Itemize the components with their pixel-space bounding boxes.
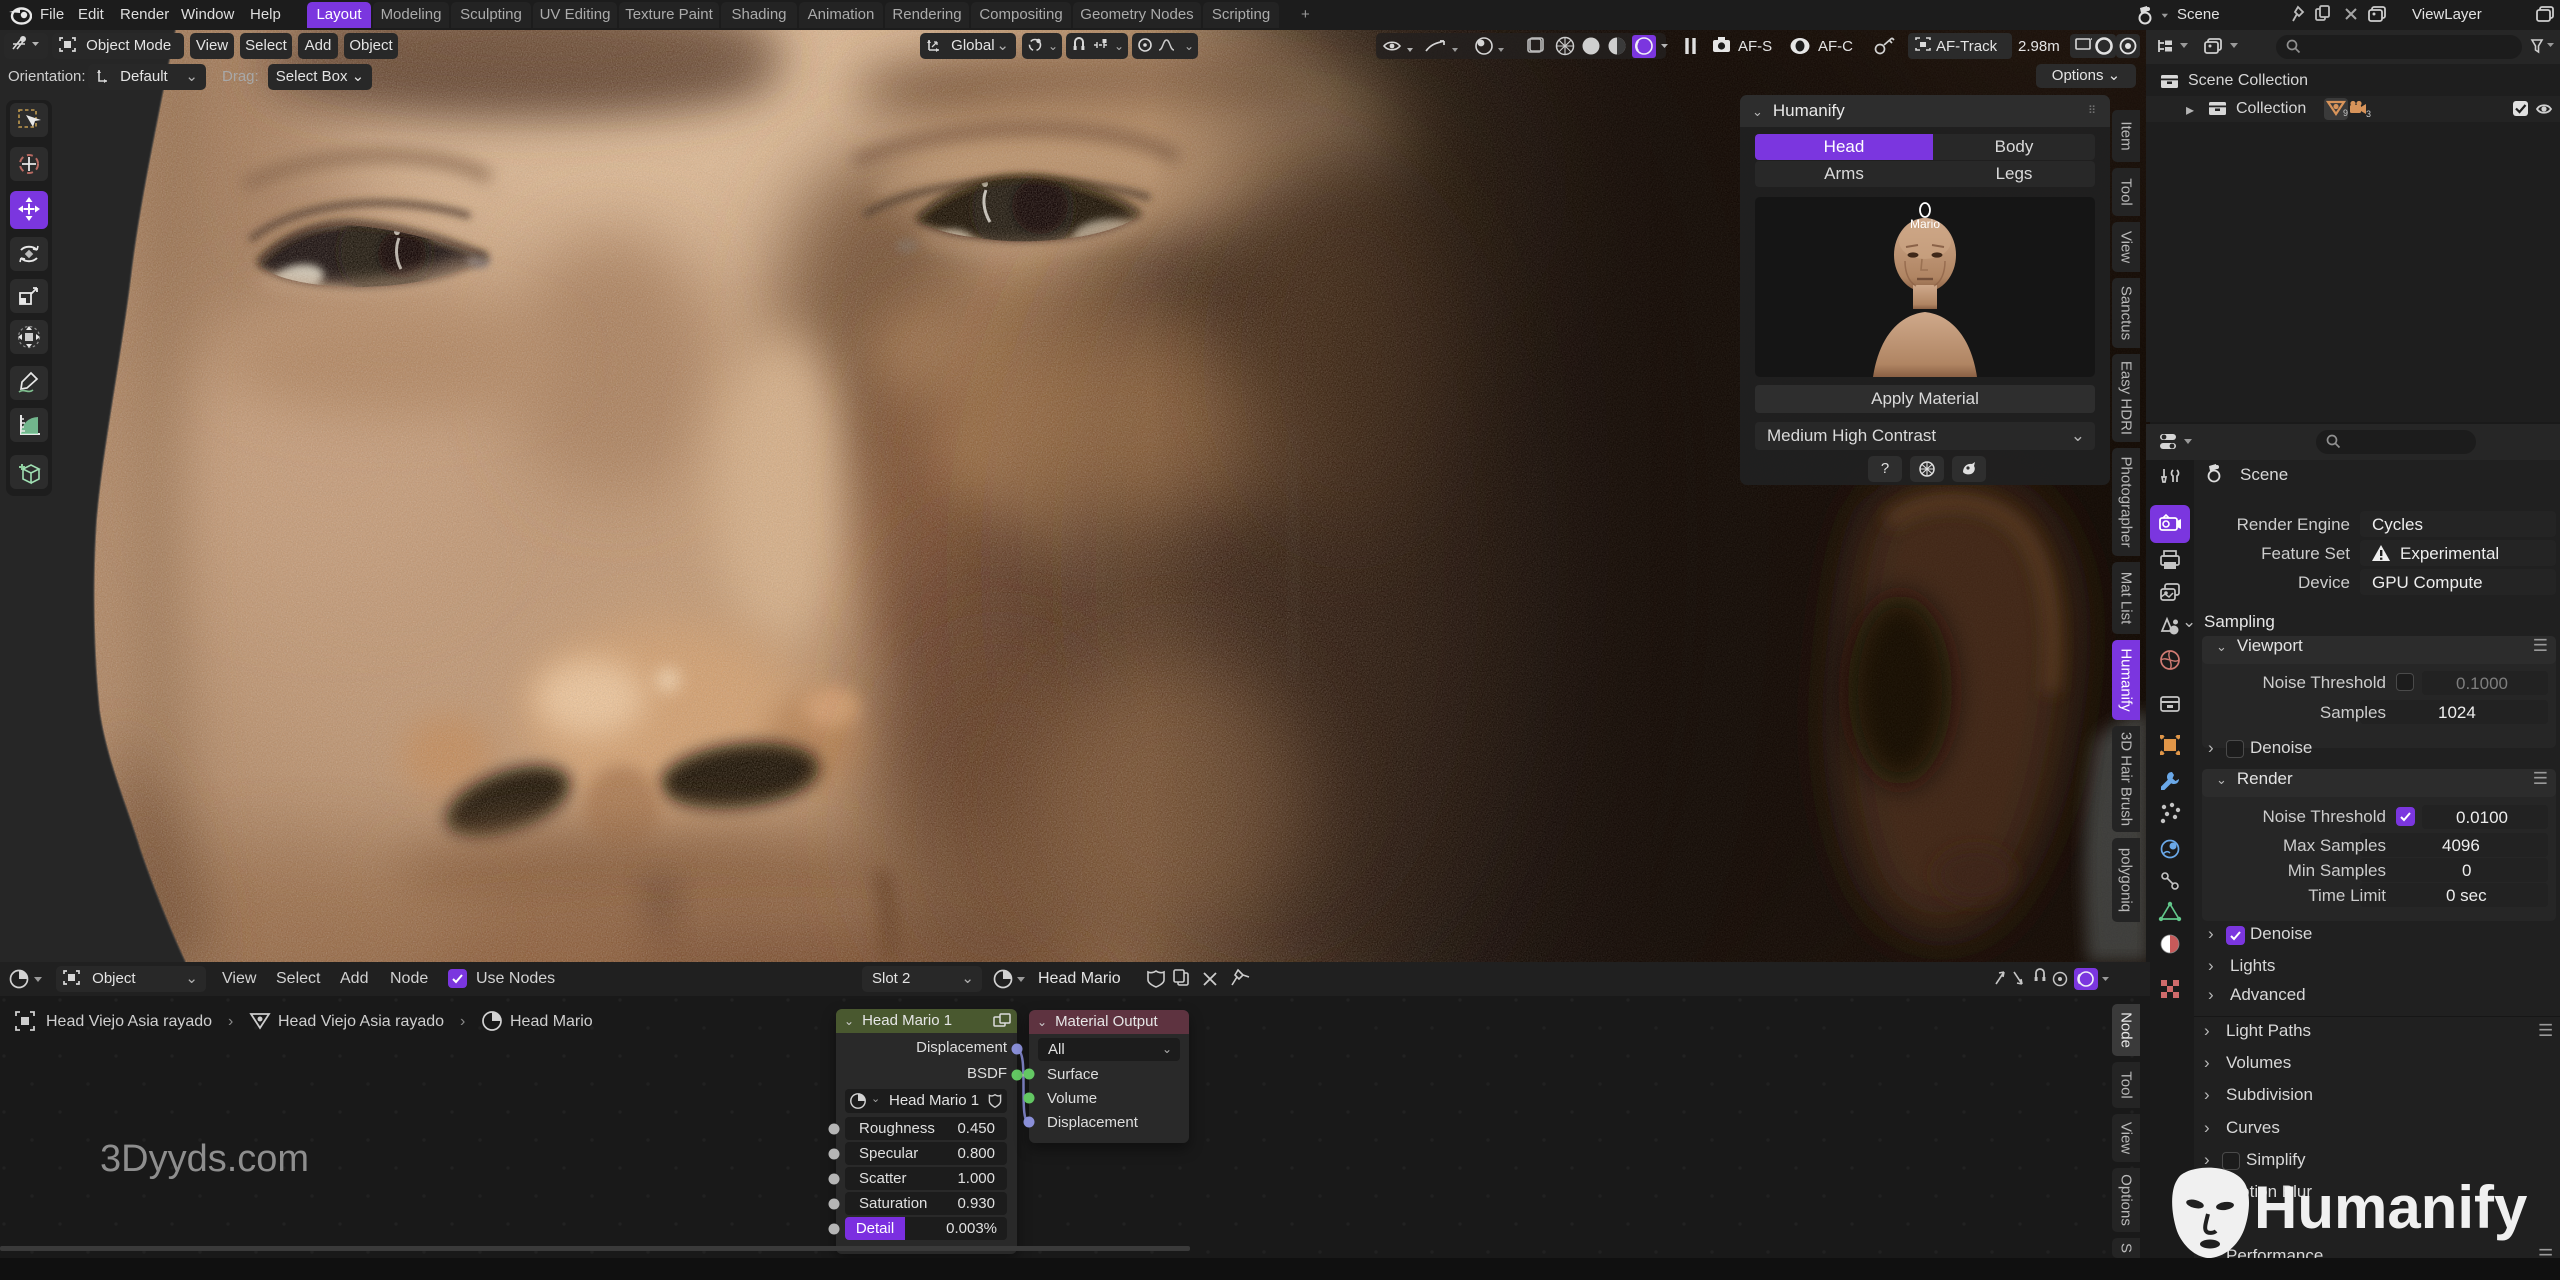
svg-text:AF-Track: AF-Track [1936,38,1998,55]
svg-text:AF-S: AF-S [1738,38,1772,55]
svg-text:9: 9 [2343,108,2348,118]
svg-text:Mario: Mario [1910,217,1940,231]
svg-text:3: 3 [2366,109,2371,118]
svg-text:AF-C: AF-C [1818,38,1853,55]
svg-text:2.98m: 2.98m [2018,38,2060,55]
